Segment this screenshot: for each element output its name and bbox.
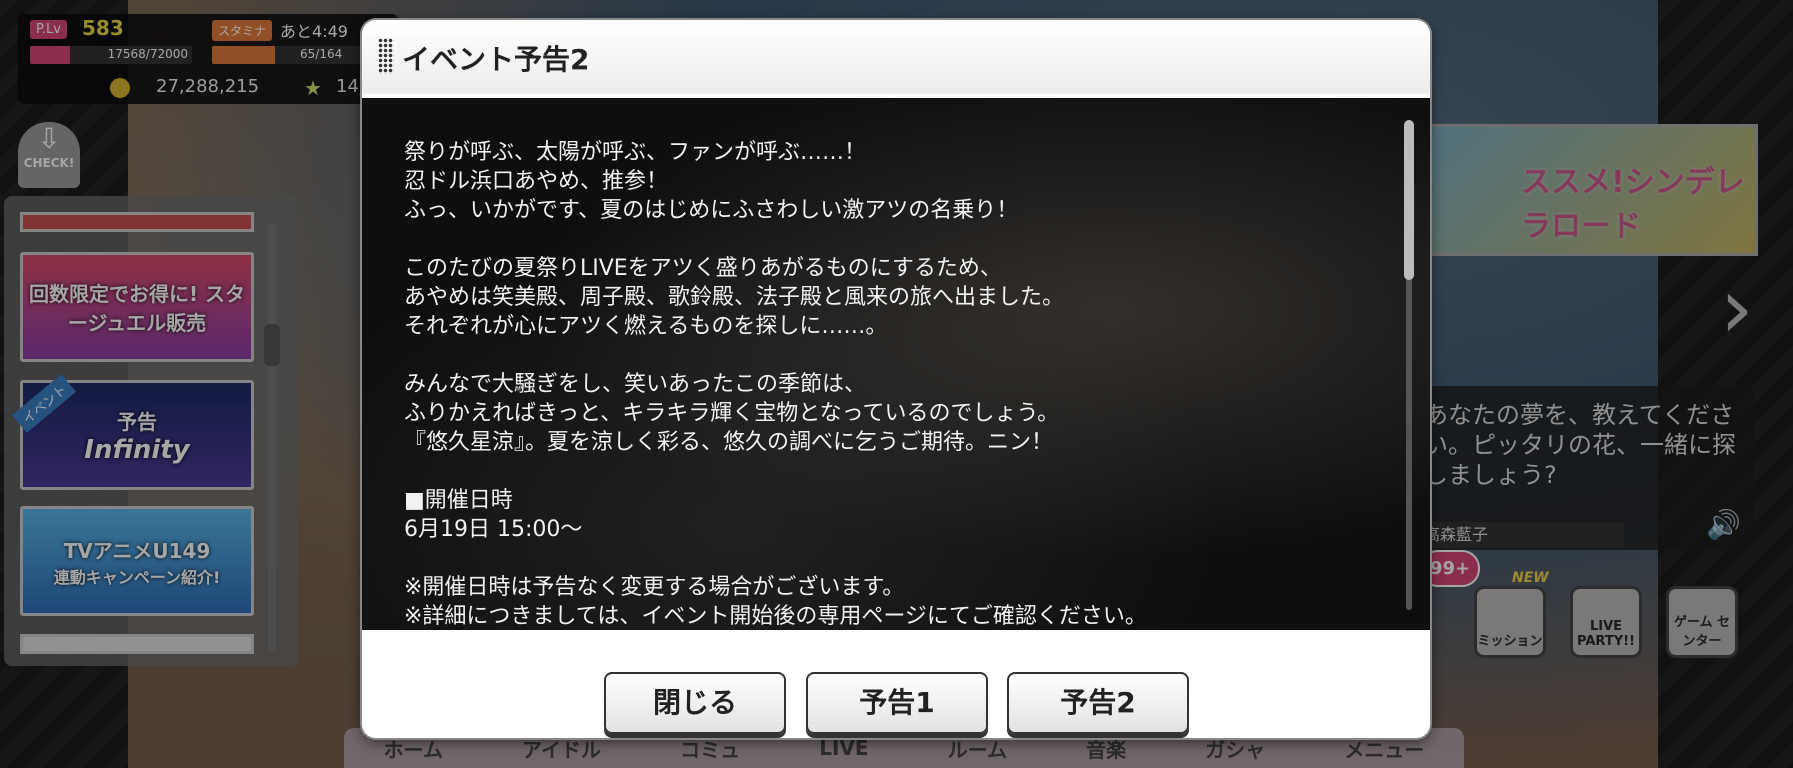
grip-dots-icon (378, 38, 394, 74)
event-notice-dialog: イベント予告2 祭りが呼ぶ、太陽が呼ぶ、ファンが呼ぶ……！ 忍ドル浜口あやめ、推… (362, 20, 1430, 738)
notice-2-button[interactable]: 予告2 (1007, 672, 1189, 734)
notice-text: 祭りが呼ぶ、太陽が呼ぶ、ファンが呼ぶ……！ 忍ドル浜口あやめ、推参！ ふっ、いか… (404, 140, 1147, 629)
dialog-header: イベント予告2 (362, 20, 1430, 94)
dialog-body[interactable]: 祭りが呼ぶ、太陽が呼ぶ、ファンが呼ぶ……！ 忍ドル浜口あやめ、推参！ ふっ、いか… (362, 98, 1430, 630)
notice-1-button[interactable]: 予告1 (806, 672, 988, 734)
dialog-footer: 閉じる 予告1 予告2 (362, 630, 1430, 738)
dialog-scroll-thumb[interactable] (1404, 120, 1414, 280)
close-button[interactable]: 閉じる (604, 672, 786, 734)
dialog-title: イベント予告2 (402, 43, 590, 76)
